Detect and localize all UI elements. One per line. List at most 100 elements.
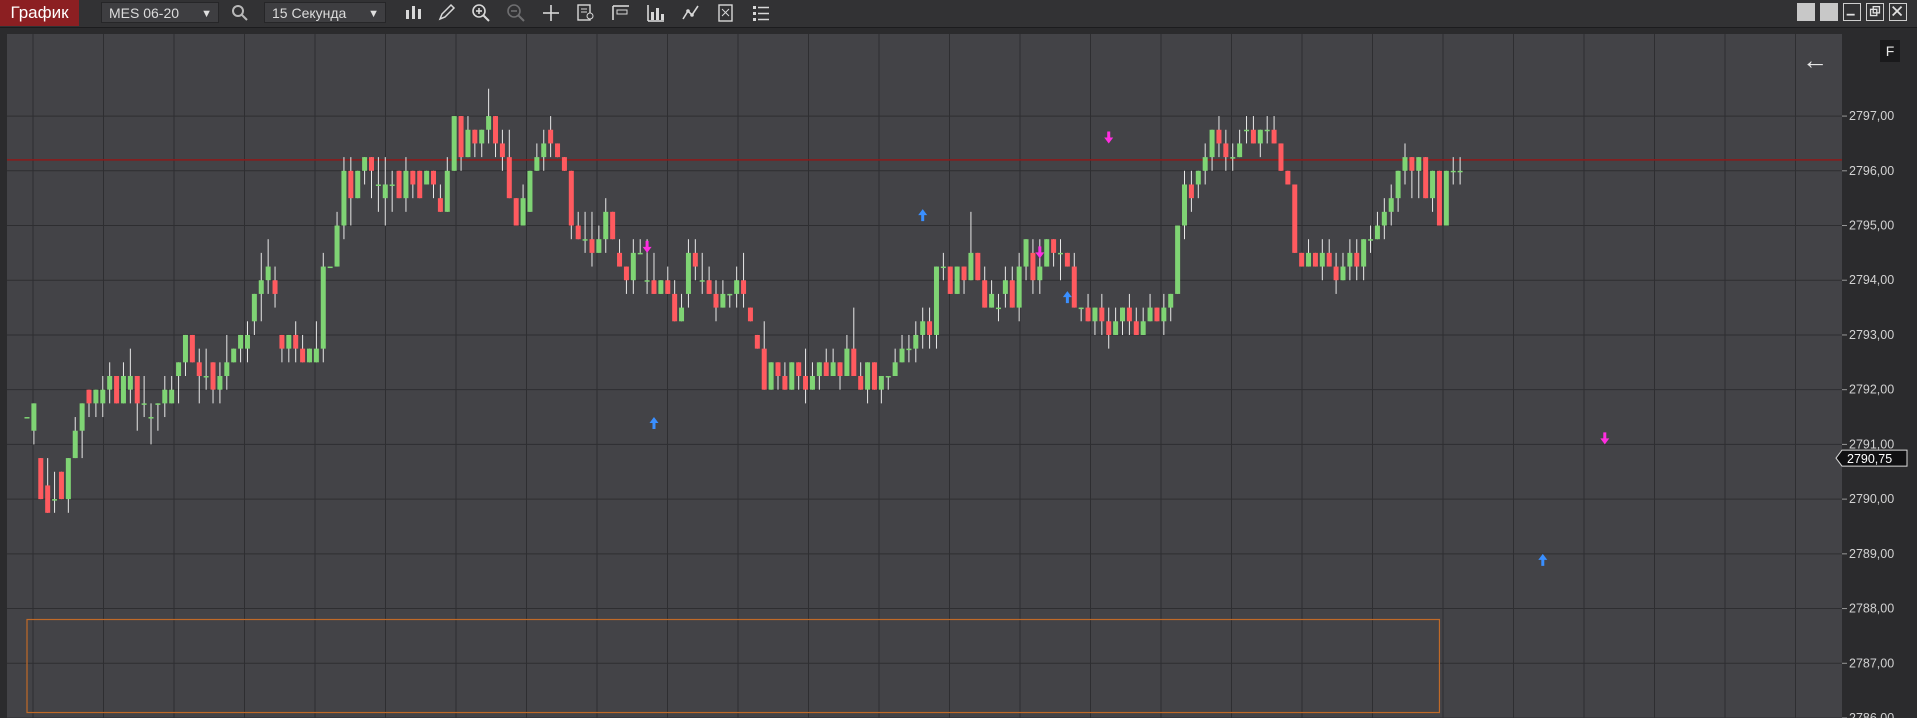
- timeframe-select[interactable]: 15 Секунда ▼: [264, 2, 386, 23]
- candle: [100, 389, 106, 404]
- candle: [300, 348, 306, 363]
- candle: [692, 252, 698, 267]
- y-tick-label: 2791,00: [1849, 437, 1894, 451]
- candle: [1347, 252, 1353, 267]
- pencil-icon[interactable]: [436, 3, 458, 23]
- candle: [513, 198, 519, 226]
- chart-panel[interactable]: 2797,00 2796,00 2795,00 2794,00 2793,00 2792,…: [7, 34, 1917, 718]
- zoom-out-icon[interactable]: [505, 3, 527, 23]
- chevron-down-icon: ▼: [201, 8, 212, 20]
- bar-chart-icon[interactable]: [403, 3, 425, 23]
- candle: [424, 170, 430, 185]
- tile-icon[interactable]: [1797, 3, 1815, 21]
- candle: [816, 362, 822, 376]
- candle: [1071, 266, 1077, 308]
- candle: [1381, 211, 1387, 226]
- candle: [1057, 252, 1063, 255]
- candle: [1306, 252, 1312, 267]
- minimize-icon[interactable]: [1843, 3, 1861, 21]
- level-icon[interactable]: [610, 3, 632, 23]
- candle: [127, 376, 133, 390]
- list-icon[interactable]: [750, 3, 772, 23]
- candle: [637, 252, 643, 255]
- search-icon[interactable]: [229, 3, 251, 23]
- candle: [734, 280, 740, 294]
- candle: [1202, 157, 1208, 171]
- candle: [741, 280, 747, 294]
- volume-icon[interactable]: [645, 3, 667, 23]
- candle: [389, 184, 395, 186]
- close-icon[interactable]: [1889, 3, 1907, 21]
- candle: [603, 211, 609, 240]
- candle: [189, 334, 195, 363]
- zoom-in-icon[interactable]: [470, 3, 492, 23]
- candle: [1037, 266, 1043, 281]
- candle: [1354, 252, 1360, 267]
- candle: [747, 307, 753, 322]
- candle: [120, 376, 126, 404]
- candle: [1002, 280, 1008, 294]
- candle: [437, 198, 443, 212]
- candle: [486, 116, 492, 130]
- candle: [1402, 157, 1408, 171]
- properties-icon[interactable]: [575, 3, 597, 23]
- candle: [899, 348, 905, 363]
- candle: [86, 389, 92, 404]
- candle: [575, 225, 581, 240]
- candle: [961, 266, 967, 281]
- candle: [286, 334, 292, 349]
- y-tick-label: 2790,00: [1849, 492, 1894, 506]
- candle: [382, 184, 388, 199]
- candle: [499, 143, 505, 158]
- instrument-select[interactable]: MES 06-20 ▼: [101, 2, 219, 23]
- candle: [596, 239, 602, 253]
- candle: [954, 266, 960, 294]
- candle: [320, 266, 326, 349]
- candle: [1182, 184, 1188, 226]
- f-button[interactable]: F: [1880, 40, 1900, 62]
- back-arrow-icon[interactable]: ←: [1800, 47, 1830, 73]
- candle: [1450, 170, 1456, 173]
- candle: [493, 116, 499, 144]
- candle: [479, 129, 485, 144]
- candle: [1099, 307, 1105, 322]
- candle: [1409, 157, 1415, 171]
- candle: [458, 116, 464, 158]
- candle: [1009, 280, 1015, 308]
- y-tick-label: 2794,00: [1849, 273, 1894, 287]
- candle: [754, 334, 760, 349]
- y-tick-label: 2793,00: [1849, 328, 1894, 342]
- indicator-icon[interactable]: [680, 3, 702, 23]
- candle: [1271, 129, 1277, 144]
- candle: [1250, 129, 1256, 144]
- candle: [1168, 293, 1174, 308]
- crosshair-icon[interactable]: [540, 3, 562, 23]
- candle: [341, 170, 347, 226]
- candle: [1120, 307, 1126, 322]
- candle: [1195, 170, 1201, 185]
- app-title[interactable]: График: [0, 0, 79, 26]
- candle: [844, 348, 850, 376]
- candle: [451, 116, 457, 171]
- template-icon[interactable]: [715, 3, 737, 23]
- candle: [444, 170, 450, 212]
- candle: [24, 417, 30, 419]
- tile-icon[interactable]: [1820, 3, 1838, 21]
- candle: [782, 376, 788, 390]
- restore-icon[interactable]: [1866, 3, 1884, 21]
- candle: [1416, 157, 1422, 171]
- candle: [410, 170, 416, 185]
- candle: [1051, 239, 1057, 253]
- candle: [1092, 307, 1098, 322]
- candle: [355, 170, 361, 199]
- candle: [58, 471, 64, 500]
- candle: [1126, 307, 1132, 322]
- price-chart[interactable]: 2797,00 2796,00 2795,00 2794,00 2793,00 2792,…: [7, 34, 1917, 718]
- candle: [327, 266, 333, 269]
- candle: [878, 376, 884, 390]
- candle: [672, 293, 678, 322]
- candle: [169, 389, 175, 404]
- candle: [1016, 266, 1022, 308]
- candle: [465, 129, 471, 158]
- candle: [858, 376, 864, 390]
